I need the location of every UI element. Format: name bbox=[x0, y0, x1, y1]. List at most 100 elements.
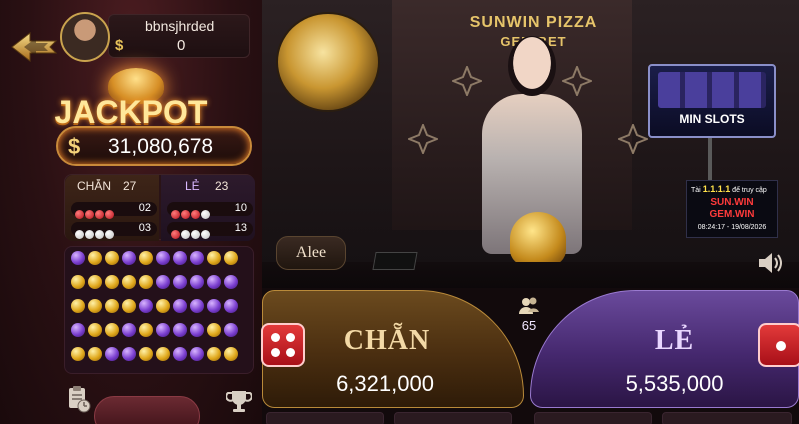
stats-chan-row-1-count: 02 bbox=[138, 202, 151, 214]
gold-ball-icon bbox=[71, 299, 85, 313]
history-row bbox=[71, 275, 247, 292]
result-history-board bbox=[64, 246, 254, 374]
purple-ball-icon bbox=[190, 323, 204, 337]
stats-le-row-2: 13 bbox=[167, 222, 253, 239]
dealer-name-badge[interactable]: Alee bbox=[276, 236, 346, 270]
game-screen: bbnsjhrded $ 0 JACKPOT $ 31,080,678 CHẴN… bbox=[0, 0, 799, 424]
purple-ball-icon bbox=[122, 251, 136, 265]
red-ball-icon bbox=[191, 210, 200, 219]
stats-chan-row-1: 02 bbox=[71, 202, 157, 219]
red-ball-icon bbox=[75, 210, 84, 219]
purple-ball-icon bbox=[190, 347, 204, 361]
chip-selector-button[interactable] bbox=[94, 396, 200, 424]
white-ball-icon bbox=[75, 230, 84, 239]
purple-ball-icon bbox=[190, 275, 204, 289]
gold-ball-icon bbox=[139, 251, 153, 265]
bet-chan-button[interactable]: CHẴN 6,321,000 bbox=[261, 290, 524, 408]
gold-ball-icon bbox=[139, 275, 153, 289]
white-ball-icon bbox=[95, 230, 104, 239]
dealer-bowl bbox=[510, 212, 566, 266]
dollar-icon: $ bbox=[115, 37, 124, 54]
chip-slot[interactable] bbox=[266, 412, 384, 424]
red-ball-icon bbox=[105, 210, 114, 219]
gold-ball-icon bbox=[105, 299, 119, 313]
stats-le-label: LẺ bbox=[185, 179, 200, 193]
dealer-head bbox=[508, 36, 556, 96]
stats-chan-label: CHẴN bbox=[77, 179, 112, 193]
gold-ball-icon bbox=[207, 251, 221, 265]
white-ball-icon bbox=[105, 230, 114, 239]
chip-slot[interactable] bbox=[662, 412, 792, 424]
purple-ball-icon bbox=[71, 323, 85, 337]
promo-datetime: 08:24:17 - 19/08/2026 bbox=[697, 224, 767, 231]
chip-slot[interactable] bbox=[394, 412, 512, 424]
gold-ball-icon bbox=[207, 323, 221, 337]
clipboard-history-icon[interactable] bbox=[66, 384, 92, 414]
purple-ball-icon bbox=[156, 323, 170, 337]
result-stats: CHẴN 27 02 03 LẺ 23 10 13 bbox=[64, 174, 255, 241]
history-row bbox=[71, 347, 247, 364]
jackpot-value: 31,080,678 bbox=[108, 135, 214, 158]
purple-ball-icon bbox=[173, 299, 187, 313]
jackpot-box[interactable]: $ 31,080,678 bbox=[56, 126, 252, 166]
trophy-icon[interactable] bbox=[226, 388, 252, 414]
red-ball-icon bbox=[171, 230, 180, 239]
red-ball-icon bbox=[85, 210, 94, 219]
promo-highlight: 1.1.1.1 bbox=[702, 184, 731, 194]
speaker-icon[interactable] bbox=[756, 250, 784, 276]
gold-ball-icon bbox=[105, 251, 119, 265]
stats-chan: CHẴN 27 02 03 bbox=[65, 175, 159, 241]
player-count: 65 bbox=[512, 296, 546, 336]
minslots-screen bbox=[658, 72, 766, 108]
back-arrow-icon[interactable] bbox=[10, 30, 58, 64]
players-count: 65 bbox=[521, 318, 537, 333]
gold-ball-icon bbox=[88, 299, 102, 313]
stats-le-row-1: 10 bbox=[167, 202, 253, 219]
purple-ball-icon bbox=[105, 347, 119, 361]
card-shoe bbox=[372, 252, 418, 270]
purple-ball-icon bbox=[173, 347, 187, 361]
bet-le-amount: 5,535,000 bbox=[625, 371, 724, 396]
purple-ball-icon bbox=[224, 275, 238, 289]
gold-ball-icon bbox=[224, 347, 238, 361]
gold-ball-icon bbox=[139, 323, 153, 337]
promo-suffix: để truy cập bbox=[732, 187, 767, 194]
username: bbnsjhrded bbox=[145, 18, 215, 34]
promo-line-1: SUN.WIN bbox=[710, 197, 754, 208]
user-info-box: bbnsjhrded $ 0 bbox=[108, 14, 250, 58]
gold-ball-icon bbox=[122, 299, 136, 313]
gold-ball-icon bbox=[105, 323, 119, 337]
avatar[interactable] bbox=[60, 12, 110, 62]
history-row bbox=[71, 323, 247, 340]
white-ball-icon bbox=[181, 230, 190, 239]
promo-screen: Tài 1.1.1.1 để truy cập SUN.WIN GEM.WIN … bbox=[686, 180, 778, 238]
purple-ball-icon bbox=[139, 299, 153, 313]
jackpot-dollar-icon: $ bbox=[68, 134, 81, 159]
purple-ball-icon bbox=[173, 251, 187, 265]
white-ball-icon bbox=[201, 210, 210, 219]
purple-ball-icon bbox=[190, 251, 204, 265]
chip-slot[interactable] bbox=[534, 412, 652, 424]
promo-line-2: GEM.WIN bbox=[709, 209, 755, 220]
history-row bbox=[71, 299, 247, 316]
left-panel: bbnsjhrded $ 0 JACKPOT $ 31,080,678 CHẴN… bbox=[0, 0, 262, 424]
live-stream-stage: SUNWIN PIZZA GEM BET MIN SLOTS Tài 1.1.1… bbox=[262, 0, 799, 290]
promo-top-line: Tài 1.1.1.1 để truy cập bbox=[691, 184, 767, 194]
purple-ball-icon bbox=[190, 299, 204, 313]
purple-ball-icon bbox=[207, 299, 221, 313]
history-row bbox=[71, 251, 247, 268]
bet-le-button[interactable]: LẺ 5,535,000 bbox=[530, 290, 799, 408]
stats-le-row-2-count: 13 bbox=[234, 222, 247, 234]
white-ball-icon bbox=[85, 230, 94, 239]
bowl-closeup bbox=[278, 14, 378, 110]
gold-ball-icon bbox=[71, 347, 85, 361]
gold-ball-icon bbox=[71, 275, 85, 289]
user-balance: 0 bbox=[177, 37, 186, 54]
sign-stand bbox=[708, 138, 712, 182]
minslots-label: MIN SLOTS bbox=[679, 112, 745, 126]
diamond-ornament-icon bbox=[618, 124, 648, 154]
white-ball-icon bbox=[191, 230, 200, 239]
gold-ball-icon bbox=[156, 299, 170, 313]
stats-le-row-1-count: 10 bbox=[234, 202, 247, 214]
red-ball-icon bbox=[171, 210, 180, 219]
